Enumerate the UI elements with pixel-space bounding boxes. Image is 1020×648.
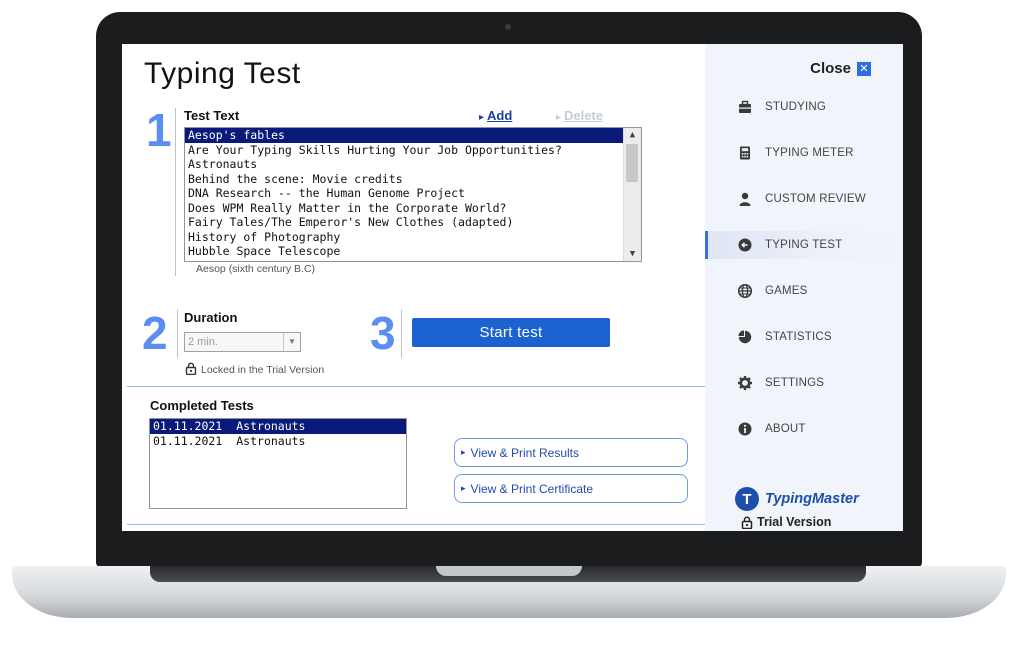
test-text-item[interactable]: Are Your Typing Skills Hurting Your Job …: [185, 143, 623, 158]
sidebar-item-label: TYPING METER: [765, 147, 854, 159]
info-icon: [738, 422, 752, 436]
calculator-icon: [740, 146, 750, 160]
completed-tests-rows: 01.11.2021 Astronauts 01.11.2021 Astronauts: [150, 419, 406, 448]
delete-link[interactable]: Delete: [556, 108, 603, 123]
completed-tests-list[interactable]: 01.11.2021 Astronauts 01.11.2021 Astronauts: [149, 418, 407, 509]
step-2-number: 2: [142, 307, 168, 359]
completed-test-date: 01.11.2021: [153, 433, 223, 448]
webcam: [505, 24, 511, 30]
close-button[interactable]: Close ✕: [810, 60, 871, 77]
sidebar-item-typing-meter[interactable]: TYPING METER: [705, 139, 903, 167]
chevron-down-icon: ▼: [283, 333, 300, 351]
duration-lock-note: Locked in the Trial Version: [185, 362, 324, 376]
scroll-down-icon[interactable]: ▼: [624, 247, 641, 261]
sidebar-item-about[interactable]: ABOUT: [705, 415, 903, 443]
sidebar-item-typing-test[interactable]: TYPING TEST: [705, 231, 903, 259]
duration-label: Duration: [184, 310, 238, 325]
sidebar-item-label: ABOUT: [765, 423, 806, 435]
test-text-item[interactable]: Does WPM Really Matter in the Corporate …: [185, 201, 623, 216]
completed-test-row[interactable]: 01.11.2021 Astronauts: [150, 419, 406, 434]
test-text-item[interactable]: Aesop's fables: [185, 128, 623, 143]
typingmaster-logo-icon: T: [735, 487, 759, 511]
test-text-scrollbar[interactable]: ▲ ▼: [623, 128, 641, 261]
step-3-number: 3: [370, 307, 396, 359]
brand-logo: T TypingMaster: [735, 487, 859, 511]
bottom-divider: [127, 524, 705, 525]
main-panel: Typing Test 1 Test Text Add Delete Aesop…: [122, 44, 705, 531]
brand-name: TypingMaster: [765, 491, 859, 507]
test-text-item[interactable]: Astronauts: [185, 157, 623, 172]
sidebar-item-label: CUSTOM REVIEW: [765, 193, 866, 205]
trial-text: Trial Version: [757, 515, 832, 529]
completed-test-row[interactable]: 01.11.2021 Astronauts: [150, 434, 406, 449]
completed-test-name: Astronauts: [236, 433, 306, 448]
step-2-bar: [177, 310, 178, 358]
scroll-up-icon[interactable]: ▲: [624, 128, 641, 142]
duration-select[interactable]: 2 min. ▼: [184, 332, 301, 352]
lock-icon: [741, 516, 753, 529]
close-icon: ✕: [857, 61, 871, 76]
step-3-bar: [401, 310, 402, 358]
sidebar-item-label: SETTINGS: [765, 377, 825, 389]
sidebar-item-custom-review[interactable]: CUSTOM REVIEW: [705, 185, 903, 213]
test-text-item[interactable]: DNA Research -- the Human Genome Project: [185, 186, 623, 201]
sidebar-item-label: TYPING TEST: [765, 239, 843, 251]
gear-icon: [738, 376, 752, 390]
test-text-label: Test Text: [184, 108, 240, 123]
pie-chart-icon: [738, 330, 752, 344]
sidebar-item-settings[interactable]: SETTINGS: [705, 369, 903, 397]
app-window: Typing Test 1 Test Text Add Delete Aesop…: [122, 44, 903, 531]
completed-test-date: 01.11.2021: [153, 419, 223, 433]
test-text-item[interactable]: History of Photography: [185, 230, 623, 245]
sidebar-item-studying[interactable]: STUDYING: [705, 93, 903, 121]
lock-icon: [185, 362, 197, 376]
user-icon: [739, 192, 751, 206]
arrow-circle-icon: [738, 238, 752, 252]
close-label: Close: [810, 60, 851, 77]
start-test-button[interactable]: Start test: [412, 318, 610, 347]
test-text-rows: Aesop's fables Are Your Typing Skills Hur…: [185, 128, 641, 259]
view-print-certificate-button[interactable]: View & Print Certificate: [454, 474, 688, 503]
trial-version-label: Trial Version: [741, 515, 831, 529]
sidebar-item-label: GAMES: [765, 285, 808, 297]
sidebar-item-label: STATISTICS: [765, 331, 832, 343]
briefcase-icon: [739, 100, 751, 113]
duration-lock-text: Locked in the Trial Version: [201, 364, 325, 376]
test-text-item[interactable]: Hubble Space Telescope: [185, 244, 623, 259]
add-link[interactable]: Add: [479, 108, 512, 123]
step-1-number: 1: [146, 104, 172, 156]
completed-tests-label: Completed Tests: [150, 398, 254, 413]
scroll-thumb[interactable]: [626, 144, 638, 182]
test-text-list[interactable]: Aesop's fables Are Your Typing Skills Hur…: [184, 127, 642, 262]
sidebar-item-games[interactable]: GAMES: [705, 277, 903, 305]
test-text-item[interactable]: Fairy Tales/The Emperor's New Clothes (a…: [185, 215, 623, 230]
globe-icon: [737, 283, 753, 299]
test-text-item[interactable]: Behind the scene: Movie credits: [185, 172, 623, 187]
sidebar: Close ✕ STUDYING TYPING METER CUSTOM REVIE…: [705, 44, 903, 531]
sidebar-item-label: STUDYING: [765, 101, 827, 113]
section-divider: [127, 386, 705, 387]
step-1-bar: [175, 108, 176, 276]
text-source-caption: Aesop (sixth century B.C): [196, 263, 316, 275]
view-print-results-button[interactable]: View & Print Results: [454, 438, 688, 467]
sidebar-item-statistics[interactable]: STATISTICS: [705, 323, 903, 351]
duration-value: 2 min.: [188, 336, 218, 348]
page-title: Typing Test: [144, 57, 301, 90]
laptop-notch: [436, 566, 582, 576]
completed-test-name: Astronauts: [236, 419, 306, 433]
